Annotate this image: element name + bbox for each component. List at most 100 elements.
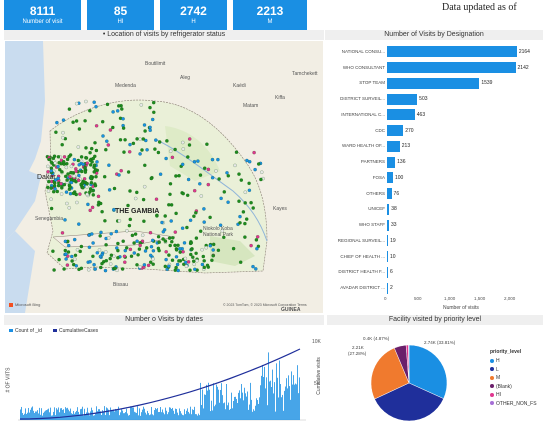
visit-marker[interactable] bbox=[63, 248, 68, 253]
visit-marker[interactable] bbox=[132, 251, 137, 255]
visit-marker[interactable] bbox=[182, 241, 187, 245]
visit-marker[interactable] bbox=[91, 254, 95, 258]
visit-marker[interactable] bbox=[202, 259, 206, 263]
visit-marker[interactable] bbox=[188, 268, 192, 272]
visit-marker[interactable] bbox=[174, 265, 178, 270]
visit-marker[interactable] bbox=[198, 182, 202, 186]
visit-marker[interactable] bbox=[217, 177, 221, 181]
visit-marker[interactable] bbox=[94, 174, 98, 179]
visit-marker[interactable] bbox=[109, 253, 114, 257]
visit-marker[interactable] bbox=[55, 120, 59, 125]
visit-marker[interactable] bbox=[116, 255, 120, 260]
visit-marker[interactable] bbox=[133, 196, 138, 201]
visit-marker[interactable] bbox=[249, 200, 253, 205]
visit-marker[interactable] bbox=[124, 246, 129, 250]
visit-marker[interactable] bbox=[53, 187, 57, 191]
visit-marker[interactable] bbox=[93, 183, 98, 188]
visit-marker[interactable] bbox=[93, 141, 97, 145]
visit-marker[interactable] bbox=[67, 107, 72, 111]
visit-marker[interactable] bbox=[74, 169, 78, 173]
visit-marker[interactable] bbox=[106, 143, 111, 147]
visit-marker[interactable] bbox=[121, 239, 125, 243]
visit-marker[interactable] bbox=[92, 262, 96, 267]
visit-marker[interactable] bbox=[139, 103, 143, 107]
visit-marker[interactable] bbox=[157, 240, 161, 244]
visit-marker[interactable] bbox=[95, 251, 100, 255]
visit-marker[interactable] bbox=[68, 191, 73, 196]
visit-marker[interactable] bbox=[92, 163, 97, 167]
visit-marker[interactable] bbox=[79, 244, 84, 249]
visit-marker[interactable] bbox=[187, 137, 192, 141]
visit-marker[interactable] bbox=[128, 247, 133, 252]
visit-marker[interactable] bbox=[67, 206, 71, 210]
visit-marker[interactable] bbox=[151, 257, 155, 261]
visit-marker[interactable] bbox=[238, 214, 242, 219]
visit-marker[interactable] bbox=[256, 162, 261, 166]
visit-marker[interactable] bbox=[211, 248, 215, 252]
visit-marker[interactable] bbox=[173, 230, 177, 234]
visit-marker[interactable] bbox=[200, 262, 205, 267]
visit-marker[interactable] bbox=[192, 214, 196, 218]
visit-marker[interactable] bbox=[231, 246, 236, 251]
visit-marker[interactable] bbox=[255, 235, 260, 239]
visit-marker[interactable] bbox=[161, 230, 165, 234]
visit-marker[interactable] bbox=[60, 142, 64, 147]
visit-marker[interactable] bbox=[116, 248, 120, 253]
visit-marker[interactable] bbox=[75, 200, 79, 205]
visit-marker[interactable] bbox=[131, 141, 136, 146]
pie-legend[interactable]: H L M (Blank) HI OTHER_NON_FS bbox=[490, 357, 543, 408]
visit-marker[interactable] bbox=[180, 226, 185, 230]
visit-marker[interactable] bbox=[119, 168, 123, 173]
visit-marker[interactable] bbox=[144, 246, 149, 250]
visit-marker[interactable] bbox=[77, 127, 82, 131]
visit-marker[interactable] bbox=[210, 175, 215, 180]
visit-marker[interactable] bbox=[62, 267, 66, 271]
designation-panel[interactable]: Number of Visits by Designation NATIONAL… bbox=[325, 30, 543, 314]
visit-marker[interactable] bbox=[84, 146, 88, 150]
designation-bar[interactable] bbox=[387, 109, 415, 121]
visit-marker[interactable] bbox=[68, 185, 72, 189]
visit-marker[interactable] bbox=[138, 137, 142, 141]
visit-marker[interactable] bbox=[255, 246, 259, 251]
visit-marker[interactable] bbox=[71, 191, 76, 196]
visit-marker[interactable] bbox=[103, 219, 107, 223]
visit-marker[interactable] bbox=[72, 174, 76, 178]
visit-marker[interactable] bbox=[99, 265, 103, 270]
visit-marker[interactable] bbox=[87, 245, 92, 249]
designation-bar[interactable] bbox=[387, 219, 389, 231]
visit-marker[interactable] bbox=[46, 185, 50, 190]
visit-marker[interactable] bbox=[181, 140, 185, 145]
visit-marker[interactable] bbox=[163, 214, 167, 218]
visit-marker[interactable] bbox=[88, 187, 93, 191]
visit-marker[interactable] bbox=[211, 242, 216, 247]
visit-marker[interactable] bbox=[198, 173, 203, 177]
designation-bar[interactable] bbox=[387, 251, 388, 263]
visit-marker[interactable] bbox=[88, 150, 92, 155]
visit-marker[interactable] bbox=[108, 256, 112, 261]
visit-marker[interactable] bbox=[135, 263, 139, 267]
visit-marker[interactable] bbox=[143, 163, 147, 168]
visit-marker[interactable] bbox=[175, 262, 180, 267]
visit-marker[interactable] bbox=[163, 264, 167, 269]
visit-marker[interactable] bbox=[143, 129, 147, 133]
visit-marker[interactable] bbox=[49, 197, 53, 201]
visit-marker[interactable] bbox=[200, 247, 204, 252]
visit-marker[interactable] bbox=[49, 169, 54, 173]
pie-panel[interactable]: Facility visited by priority level 0.4K … bbox=[327, 315, 543, 425]
visit-marker[interactable] bbox=[254, 238, 259, 242]
visit-marker[interactable] bbox=[151, 262, 155, 266]
visit-marker[interactable] bbox=[156, 150, 161, 155]
visit-marker[interactable] bbox=[107, 163, 111, 167]
visit-marker[interactable] bbox=[153, 147, 157, 151]
visit-marker[interactable] bbox=[206, 182, 210, 187]
visit-marker[interactable] bbox=[188, 218, 193, 222]
dates-chart[interactable] bbox=[4, 325, 324, 425]
visit-marker[interactable] bbox=[111, 110, 115, 114]
visit-marker[interactable] bbox=[114, 229, 119, 234]
visit-marker[interactable] bbox=[117, 173, 121, 177]
visit-marker[interactable] bbox=[67, 154, 71, 159]
visit-marker[interactable] bbox=[104, 258, 109, 263]
visit-marker[interactable] bbox=[142, 219, 146, 223]
visit-marker[interactable] bbox=[65, 157, 70, 162]
visit-marker[interactable] bbox=[97, 248, 102, 252]
